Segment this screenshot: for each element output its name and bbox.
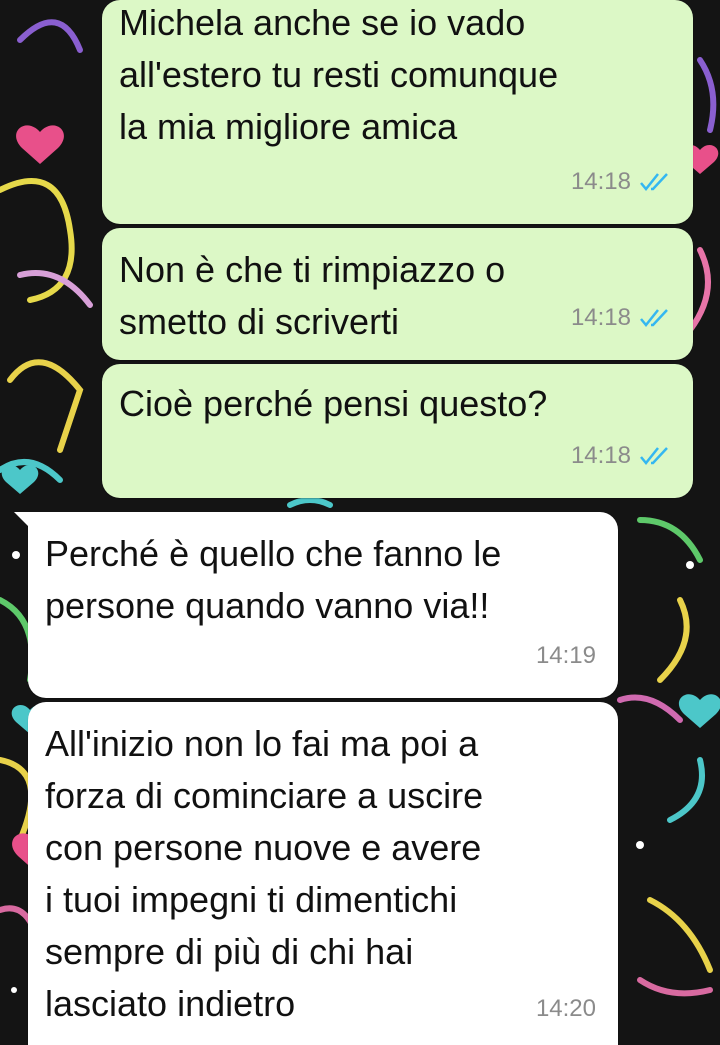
message-meta: 14:20 <box>536 983 596 1035</box>
double-check-icon <box>640 447 668 465</box>
message-bubble-incoming[interactable]: All'inizio non lo fai ma poi a forza di … <box>28 702 618 1045</box>
message-text: Cioè perché pensi questo? <box>119 383 548 424</box>
message-bubble-outgoing[interactable]: Cioè perché pensi questo? 14:18 <box>102 364 693 498</box>
message-bubble-incoming[interactable]: Perché è quello che fanno le persone qua… <box>14 512 618 698</box>
double-check-icon <box>640 173 668 191</box>
message-bubble-outgoing[interactable]: Michela anche se io vado all'estero tu r… <box>102 0 693 224</box>
message-time: 14:18 <box>570 304 631 331</box>
message-meta: 14:18 <box>571 292 671 344</box>
message-time: 14:19 <box>535 642 596 669</box>
message-bubble-outgoing[interactable]: Non è che ti rimpiazzo o smetto di scriv… <box>102 228 693 360</box>
message-time: 14:18 <box>570 442 631 469</box>
message-text: Michela anche se io vado all'estero tu r… <box>119 2 559 147</box>
message-time: 14:20 <box>535 995 596 1022</box>
message-meta: 14:18 <box>571 156 671 208</box>
message-text: Perché è quello che fanno le persone qua… <box>45 533 502 626</box>
message-time: 14:18 <box>570 168 631 195</box>
message-meta: 14:18 <box>571 430 671 482</box>
message-text: All'inizio non lo fai ma poi a forza di … <box>45 723 484 1024</box>
bubble-tail <box>14 512 32 530</box>
double-check-icon <box>640 309 668 327</box>
message-meta: 14:19 <box>536 630 596 682</box>
